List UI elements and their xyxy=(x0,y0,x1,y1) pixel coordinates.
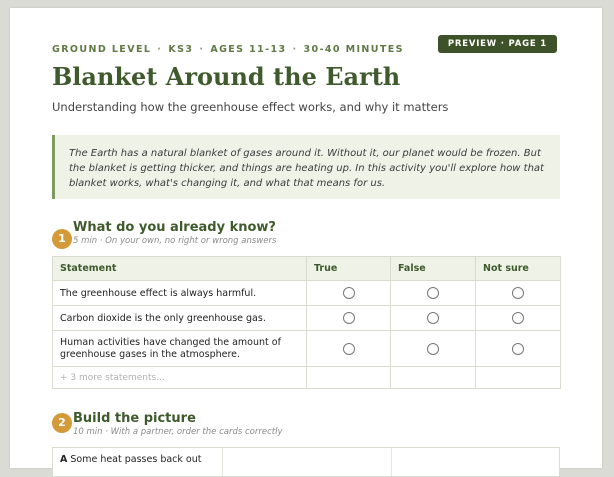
section-2-number: 2 xyxy=(52,413,72,433)
statement-cell: The greenhouse effect is always harmful. xyxy=(52,280,307,306)
table-row: Human activities have changed the amount… xyxy=(52,330,561,367)
card-sort-grid: A Some heat passes back out xyxy=(52,447,560,477)
false-radio[interactable] xyxy=(427,312,439,324)
true-radio[interactable] xyxy=(342,312,355,324)
false-cell xyxy=(390,280,476,306)
knowledge-table: Statement True False Not sure The greenh… xyxy=(52,256,561,389)
true-cell xyxy=(306,330,391,367)
card-divider xyxy=(222,448,223,476)
false-radio[interactable] xyxy=(427,342,439,355)
not-sure-radio[interactable] xyxy=(512,287,524,299)
true-cell xyxy=(306,280,391,306)
table-row: The greenhouse effect is always harmful. xyxy=(52,280,561,306)
col-not-sure: Not sure xyxy=(475,256,561,281)
statement-cell: Human activities have changed the amount… xyxy=(52,330,307,367)
empty-cell xyxy=(475,366,561,389)
meta-ages: AGES 11-13 xyxy=(210,44,287,55)
empty-cell xyxy=(390,366,476,389)
col-true: True xyxy=(306,256,391,281)
worksheet-page: GROUND LEVEL · KS3 · AGES 11-13 · 30-40 MINUTE… xyxy=(10,8,602,477)
section-1-number: 1 xyxy=(52,229,72,249)
lesson-meta: GROUND LEVEL · KS3 · AGES 11-13 · 30-40 MINUTE… xyxy=(52,44,404,55)
meta-separator: · xyxy=(199,44,205,55)
meta-stage: KS3 xyxy=(168,44,194,55)
preview-badge: PREVIEW · PAGE 1 xyxy=(437,35,557,53)
false-cell xyxy=(390,330,476,367)
true-radio[interactable] xyxy=(342,287,355,299)
page-title: Blanket Around the Earth xyxy=(52,62,401,91)
true-radio[interactable] xyxy=(342,342,355,355)
intro-callout: The Earth has a natural blanket of gases… xyxy=(52,135,560,199)
col-statement: Statement xyxy=(52,256,307,281)
not-sure-cell xyxy=(475,330,561,367)
col-false: False xyxy=(390,256,476,281)
true-cell xyxy=(306,305,391,331)
table-row-more: + 3 more statements... xyxy=(52,366,561,389)
section-1-subtitle: 5 min · On your own, no right or wrong a… xyxy=(73,236,277,246)
meta-level: GROUND LEVEL xyxy=(52,44,152,55)
table-row: Carbon dioxide is the only greenhouse ga… xyxy=(52,305,561,331)
statement-cell: Carbon dioxide is the only greenhouse ga… xyxy=(52,305,307,331)
more-statements: + 3 more statements... xyxy=(52,366,307,389)
meta-separator: · xyxy=(157,44,163,55)
section-2-title: Build the picture xyxy=(73,411,196,426)
table-header-row: Statement True False Not sure xyxy=(52,256,561,281)
meta-duration: 30-40 MINUTES xyxy=(303,44,404,55)
false-cell xyxy=(390,305,476,331)
not-sure-radio[interactable] xyxy=(512,312,524,324)
page-subtitle: Understanding how the greenhouse effect … xyxy=(52,100,449,114)
not-sure-cell xyxy=(475,280,561,306)
not-sure-cell xyxy=(475,305,561,331)
section-2-subtitle: 10 min · With a partner, order the cards… xyxy=(73,427,283,437)
meta-separator: · xyxy=(292,44,298,55)
card-divider xyxy=(391,448,392,476)
false-radio[interactable] xyxy=(427,287,439,299)
empty-cell xyxy=(306,366,391,389)
not-sure-radio[interactable] xyxy=(512,342,524,355)
section-1-title: What do you already know? xyxy=(73,220,276,235)
